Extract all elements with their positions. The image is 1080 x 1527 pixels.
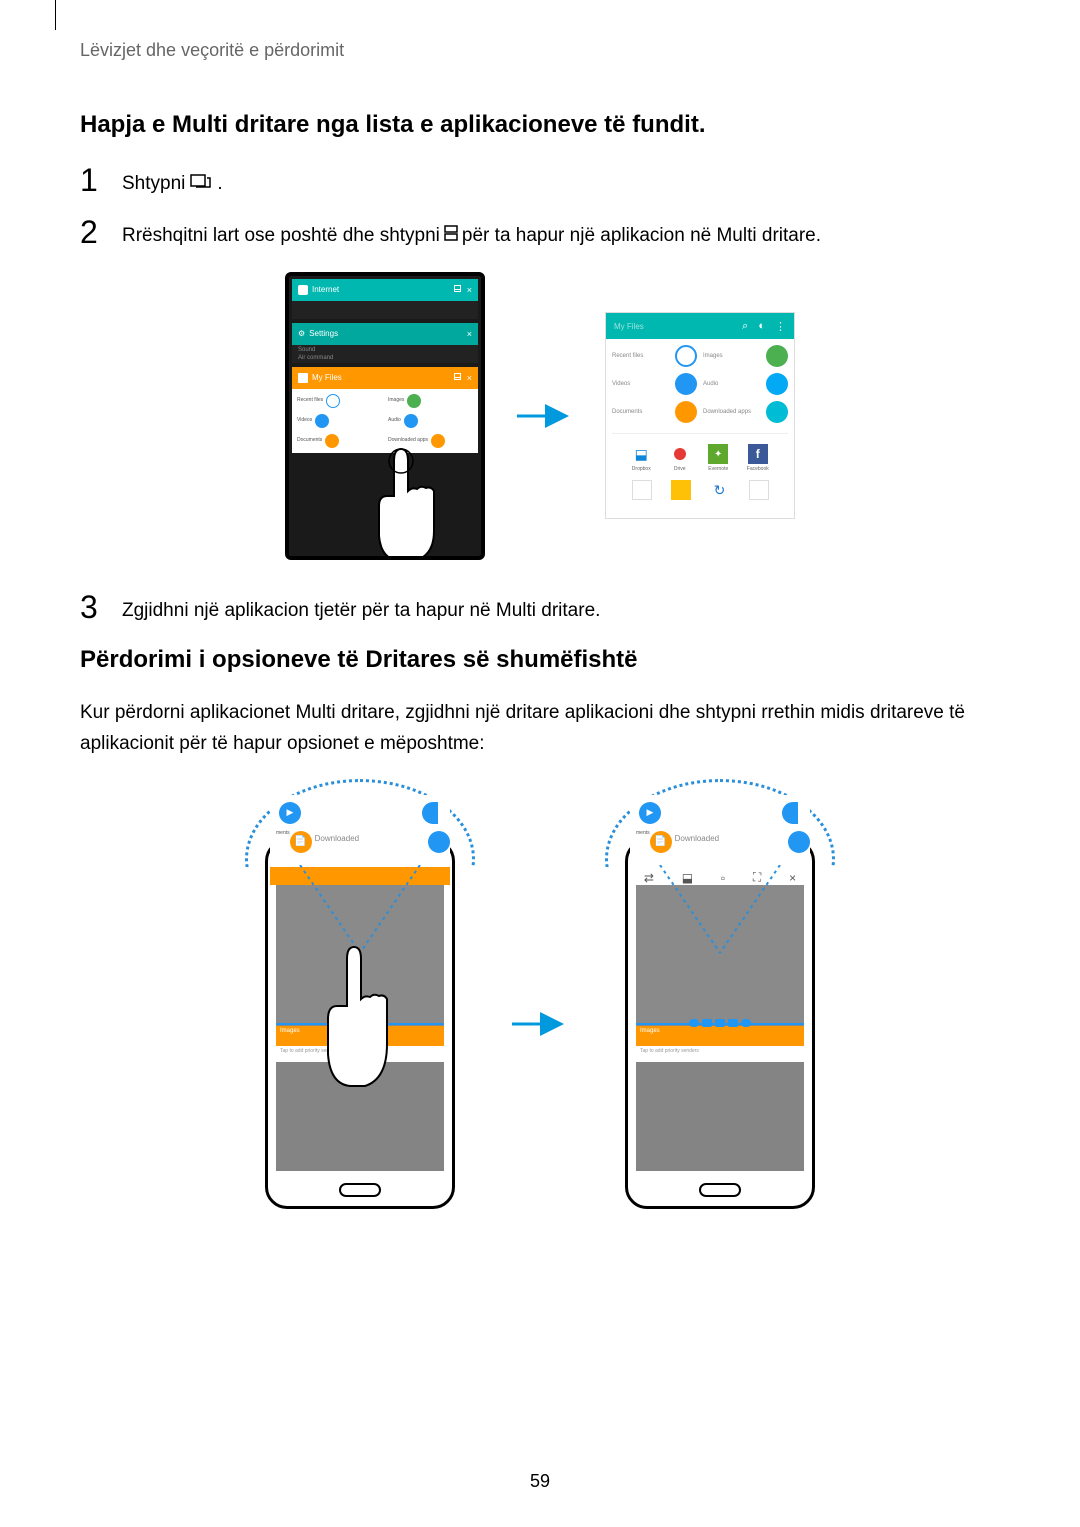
- figure2-right-container: ▶ ments 📄 Downloaded ⇄ ⬓ ▫ ⛶: [600, 789, 840, 1209]
- section2-title: Përdorimi i opsioneve të Dritares së shu…: [80, 646, 1000, 674]
- app-card-files-header: My Files ×: [292, 367, 478, 389]
- files-panel-body: Recent files Images Videos Audio Documen…: [606, 339, 794, 518]
- step1-text-a: Shtypni: [122, 169, 185, 199]
- app-card-internet-header: Internet ×: [292, 279, 478, 301]
- split-icon: [454, 373, 461, 380]
- home-button-icon: [339, 1183, 381, 1197]
- drive-icon: [670, 444, 690, 464]
- files-panel-header: My Files ⌕ ◐ ⋮: [606, 313, 794, 339]
- download-icon: [428, 831, 450, 853]
- bubble-connector-lines: [640, 865, 800, 965]
- download-icon: [788, 831, 810, 853]
- air-command-label: Air command: [298, 355, 472, 361]
- bottom-app-sub: Tap to add priority senders: [636, 1046, 804, 1062]
- hand-pointer-icon: [315, 944, 405, 1124]
- recent-apps-list: Internet × ⚙Settings × Sound Air: [289, 276, 481, 456]
- step3-text: Zgjidhni një aplikacion tjetër për ta ha…: [122, 596, 600, 626]
- step2-text-b: për ta hapur një aplikacion në Multi dri…: [462, 221, 821, 251]
- document-icon: 📄: [290, 831, 312, 853]
- close-icon: ×: [467, 285, 472, 295]
- app-body-settings: Sound Air command: [292, 345, 478, 363]
- label-audio: Audio: [703, 381, 762, 388]
- dropbox-icon: ⬓: [631, 444, 651, 464]
- label-images: Images: [388, 398, 404, 403]
- split-window-icon: [444, 221, 458, 251]
- video-icon: ▶: [639, 802, 661, 824]
- dropbox-label: Dropbox: [632, 466, 651, 472]
- facebook-icon: f: [748, 444, 768, 464]
- label-documents: Documents: [612, 409, 671, 416]
- video-icon: ▶: [279, 802, 301, 824]
- label-images: Images: [703, 353, 762, 360]
- label-videos: Videos: [297, 418, 312, 423]
- arrow-right-icon: [510, 1009, 570, 1039]
- label-documents: Documents: [297, 438, 322, 443]
- bubble-label-docs: ments: [270, 831, 290, 867]
- search-icon: ⌕: [742, 320, 748, 333]
- close-icon: ×: [467, 373, 472, 383]
- steps-list: Shtypni . Rrëshqitni lart ose poshtë dhe…: [80, 163, 1000, 252]
- figure2-left-container: ▶ ments 📄 Downloaded: [240, 789, 480, 1209]
- label-audio: Audio: [388, 418, 401, 423]
- steps-list-cont: Zgjidhni një aplikacion tjetër për ta ha…: [80, 590, 1000, 626]
- bubble-label-downloaded: Downloaded: [672, 831, 788, 867]
- bubble-label-docs: ments: [630, 831, 650, 867]
- home-button-icon: [699, 1183, 741, 1197]
- partial-icon: [782, 802, 798, 824]
- figure2-row: ▶ ments 📄 Downloaded: [80, 789, 1000, 1209]
- magnifier-bubble-right: ▶ ments 📄 Downloaded ⇄ ⬓ ▫ ⛶: [605, 779, 835, 939]
- step-3: Zgjidhni një aplikacion tjetër për ta ha…: [80, 590, 1000, 626]
- app-label-settings: Settings: [309, 329, 338, 338]
- bottom-app-header: Images: [636, 1026, 804, 1046]
- label-downloaded: Downloaded apps: [703, 409, 762, 416]
- step-2: Rrëshqitni lart ose poshtë dhe shtypni p…: [80, 215, 1000, 251]
- section1-title: Hapja e Multi dritare nga lista e aplika…: [80, 111, 1000, 139]
- drive-label: Drive: [674, 466, 686, 472]
- panel-title: My Files: [614, 322, 732, 331]
- page-content: Lëvizjet dhe veçoritë e përdorimit Hapja…: [0, 0, 1080, 1209]
- evernote-label: Evernote: [708, 466, 728, 472]
- page-margin-line: [55, 0, 56, 30]
- step1-text-b: .: [217, 169, 222, 199]
- app-icon-6: [671, 480, 691, 500]
- app-row-2: ↻: [612, 476, 788, 512]
- section2-para: Kur përdorni aplikacionet Multi dritare,…: [80, 698, 1000, 759]
- label-videos: Videos: [612, 381, 671, 388]
- app-body: [292, 301, 478, 319]
- breadcrumb: Lëvizjet dhe veçoritë e përdorimit: [80, 40, 1000, 61]
- magnifier-bubble-left: ▶ ments 📄 Downloaded: [245, 779, 475, 939]
- label-recent: Recent files: [297, 398, 323, 403]
- close-icon: ×: [467, 329, 472, 339]
- app-row-1: ⬓ Dropbox Drive ✦ Evernote f Facebook: [612, 440, 788, 476]
- partial-icon: [422, 802, 438, 824]
- app-label-files: My Files: [312, 373, 342, 382]
- figure1-screen: Internet × ⚙Settings × Sound Air: [289, 276, 481, 556]
- page-number: 59: [530, 1471, 550, 1492]
- figure1-row: Internet × ⚙Settings × Sound Air: [80, 272, 1000, 560]
- label-recent: Recent files: [612, 353, 671, 360]
- hand-pointer-icon: [369, 441, 449, 556]
- resize-handle-expanded: [689, 1019, 751, 1027]
- figure1-phone-left: Internet × ⚙Settings × Sound Air: [285, 272, 485, 560]
- cloud-icon: ◐: [758, 320, 765, 332]
- bubble-label-downloaded: Downloaded: [312, 831, 428, 867]
- document-icon: 📄: [650, 831, 672, 853]
- split-icon: [454, 285, 461, 292]
- app-label-internet: Internet: [312, 285, 339, 294]
- app-icon-7: ↻: [710, 480, 730, 500]
- facebook-label: Facebook: [747, 466, 769, 472]
- app-icon-5: [632, 480, 652, 500]
- recent-apps-icon: [189, 169, 213, 199]
- app-card-settings-header: ⚙Settings ×: [292, 323, 478, 345]
- step-1: Shtypni .: [80, 163, 1000, 199]
- evernote-icon: ✦: [708, 444, 728, 464]
- arrow-right-icon: [515, 401, 575, 431]
- divider: [612, 433, 788, 434]
- app-icon-8: [749, 480, 769, 500]
- more-icon: ⋮: [775, 320, 786, 333]
- figure1-panel-right: My Files ⌕ ◐ ⋮ Recent files Images Video…: [605, 312, 795, 519]
- step2-text-a: Rrëshqitni lart ose poshtë dhe shtypni: [122, 221, 440, 251]
